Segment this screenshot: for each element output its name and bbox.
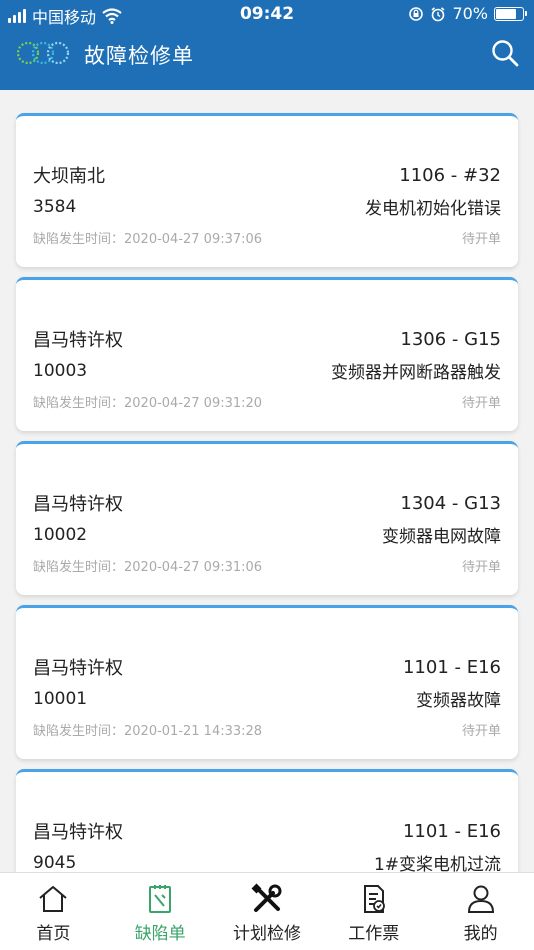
fault-description: 变频器电网故障 <box>382 527 501 547</box>
status-badge: 待开单 <box>461 560 501 575</box>
profile-icon <box>467 885 494 913</box>
bottom-tab-bar: 首页 缺陷单 计划检修 工作票 我的 <box>0 872 534 950</box>
site-name: 大坝南北 <box>33 166 105 187</box>
search-icon[interactable] <box>490 38 520 68</box>
turbine-code: 1304 - G13 <box>400 492 501 514</box>
occurrence-time: 缺陷发生时间：2020-01-21 14:33:28 <box>33 724 263 739</box>
defect-card[interactable]: 昌马特许权 1101 - E16 10001 变频器故障 缺陷发生时间：2020-0… <box>16 605 518 759</box>
tab-label: 缺陷单 <box>134 924 186 944</box>
defect-id: 9045 <box>33 852 77 873</box>
defect-form-icon <box>149 885 172 913</box>
page-title: 故障检修单 <box>84 44 194 68</box>
defect-list: 大坝南北 1106 - #32 3584 发电机初始化错误 缺陷发生时间：2020-… <box>0 90 534 872</box>
defect-id: 3584 <box>33 196 77 217</box>
tab-label: 我的 <box>463 924 498 944</box>
tab-label: 首页 <box>36 924 71 944</box>
fault-description: 1#变桨电机过流 <box>373 855 501 872</box>
site-name: 昌马特许权 <box>33 330 123 351</box>
defect-id: 10002 <box>33 524 88 545</box>
turbine-code: 1101 - E16 <box>402 820 501 842</box>
occurrence-time: 缺陷发生时间：2020-04-27 09:37:06 <box>33 232 263 247</box>
work-ticket-icon <box>363 885 385 913</box>
tab-planned-maintenance[interactable]: 计划检修 <box>214 873 321 950</box>
occurrence-time: 缺陷发生时间：2020-04-27 09:31:20 <box>33 396 263 411</box>
tab-label: 计划检修 <box>232 924 301 944</box>
tools-icon <box>251 883 282 912</box>
fault-description: 变频器故障 <box>416 691 501 711</box>
tab-work-tickets[interactable]: 工作票 <box>320 873 427 950</box>
status-badge: 待开单 <box>461 396 501 411</box>
defect-card[interactable]: 昌马特许权 1306 - G15 10003 变频器并网断路器触发 缺陷发生时间：2… <box>16 277 518 431</box>
defect-id: 10003 <box>33 360 88 381</box>
orientation-lock-icon <box>409 6 424 21</box>
site-name: 昌马特许权 <box>33 658 123 679</box>
occurrence-time: 缺陷发生时间：2020-04-27 09:31:06 <box>33 560 263 575</box>
status-bar: 中国移动 09:42 70% <box>0 0 534 28</box>
status-badge: 待开单 <box>461 724 501 739</box>
defect-card[interactable]: 昌马特许权 1101 - E16 9045 1#变桨电机过流 <box>16 769 518 872</box>
home-icon <box>39 886 68 912</box>
alarm-icon <box>431 6 445 21</box>
tab-profile[interactable]: 我的 <box>427 873 534 950</box>
turbine-code: 1101 - E16 <box>402 656 501 678</box>
site-name: 昌马特许权 <box>33 822 123 843</box>
turbine-code: 1306 - G15 <box>400 328 501 350</box>
fault-description: 发电机初始化错误 <box>365 199 501 219</box>
fault-description: 变频器并网断路器触发 <box>331 363 501 383</box>
battery-icon <box>494 6 527 21</box>
top-bar: 中国移动 09:42 70% 故障检修单 <box>0 0 534 90</box>
tab-defect-forms[interactable]: 缺陷单 <box>107 873 214 950</box>
defect-id: 10001 <box>33 688 88 709</box>
tab-home[interactable]: 首页 <box>0 873 107 950</box>
tab-label: 工作票 <box>348 924 400 944</box>
defect-card[interactable]: 昌马特许权 1304 - G13 10002 变频器电网故障 缺陷发生时间：2020… <box>16 441 518 595</box>
battery-percent: 70% <box>452 4 488 23</box>
app-logo-icon <box>16 41 70 65</box>
turbine-code: 1106 - #32 <box>399 164 501 186</box>
status-badge: 待开单 <box>461 232 501 247</box>
app-header: 故障检修单 <box>0 28 534 90</box>
site-name: 昌马特许权 <box>33 494 123 515</box>
defect-card[interactable]: 大坝南北 1106 - #32 3584 发电机初始化错误 缺陷发生时间：2020-… <box>16 113 518 267</box>
